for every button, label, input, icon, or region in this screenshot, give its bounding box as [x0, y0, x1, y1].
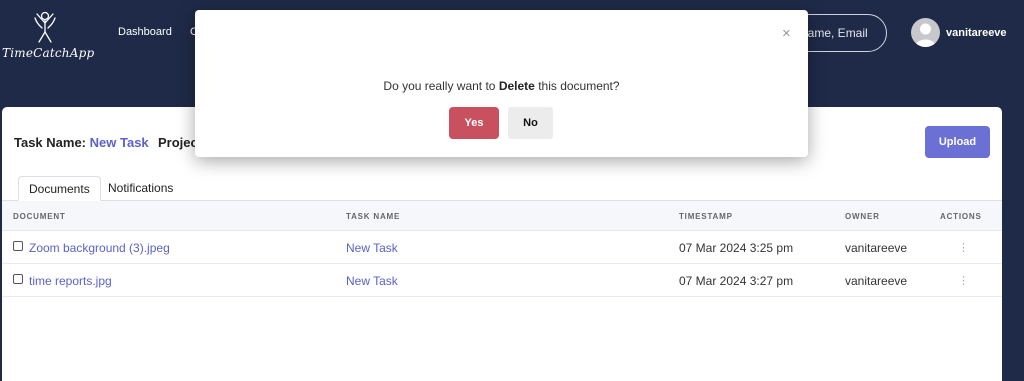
column-header-document[interactable]: DOCUMENT: [13, 212, 66, 221]
avatar[interactable]: [911, 18, 940, 47]
tab-documents[interactable]: Documents: [18, 176, 101, 201]
task-name-link[interactable]: New Task: [346, 241, 398, 255]
logo-text: TimeCatchApp: [2, 46, 95, 60]
document-link[interactable]: Zoom background (3).jpeg: [29, 241, 170, 255]
no-button[interactable]: No: [508, 107, 553, 139]
table-row: Zoom background (3).jpeg New Task 07 Mar…: [2, 231, 1002, 264]
confirm-message-suffix: this document?: [538, 79, 620, 93]
table-row: time reports.jpg New Task 07 Mar 2024 3:…: [2, 264, 1002, 297]
row-checkbox[interactable]: [13, 274, 23, 284]
document-link[interactable]: time reports.jpg: [29, 274, 112, 288]
username[interactable]: vanitareeve: [946, 27, 1007, 39]
timestamp: 07 Mar 2024 3:27 pm: [679, 274, 794, 288]
user-silhouette-icon: [915, 23, 936, 47]
owner: vanitareeve: [845, 274, 908, 288]
timestamp: 07 Mar 2024 3:25 pm: [679, 241, 794, 255]
task-name-link[interactable]: New Task: [346, 274, 398, 288]
upload-button[interactable]: Upload: [925, 126, 990, 158]
column-header-task-name[interactable]: TASK NAME: [346, 212, 400, 221]
search-placeholder: name, Email: [801, 26, 868, 40]
column-header-timestamp[interactable]: TIMESTAMP: [679, 212, 733, 221]
task-name-label: Task Name:: [14, 135, 87, 150]
column-header-owner: OWNER: [845, 212, 880, 221]
delete-confirm-modal: × Do you really want to Delete this docu…: [195, 10, 808, 157]
confirm-message-prefix: Do you really want to: [383, 79, 496, 93]
logo-figure-icon: [34, 11, 56, 43]
project-label: Projec: [158, 135, 198, 150]
more-actions-icon[interactable]: ⋮: [958, 241, 969, 254]
tab-notifications[interactable]: Notifications: [98, 176, 183, 201]
confirm-message-action: Delete: [498, 79, 535, 93]
more-actions-icon[interactable]: ⋮: [958, 274, 969, 287]
yes-button[interactable]: Yes: [449, 107, 499, 139]
table-header: DOCUMENT TASK NAME TIMESTAMP OWNER ACTIO…: [2, 201, 1002, 231]
column-header-actions: ACTIONS: [940, 212, 982, 221]
owner: vanitareeve: [845, 241, 908, 255]
row-checkbox[interactable]: [13, 241, 23, 251]
nav-dashboard[interactable]: Dashboard: [118, 26, 172, 38]
task-name-value: New Task: [89, 135, 149, 150]
confirm-message: Do you really want to Delete this docume…: [195, 79, 808, 93]
task-title: Task Name: New Task: [14, 135, 149, 150]
app-logo[interactable]: TimeCatchApp: [2, 10, 94, 60]
tab-bar: Documents Notifications: [2, 176, 1002, 201]
close-icon[interactable]: ×: [782, 25, 791, 42]
